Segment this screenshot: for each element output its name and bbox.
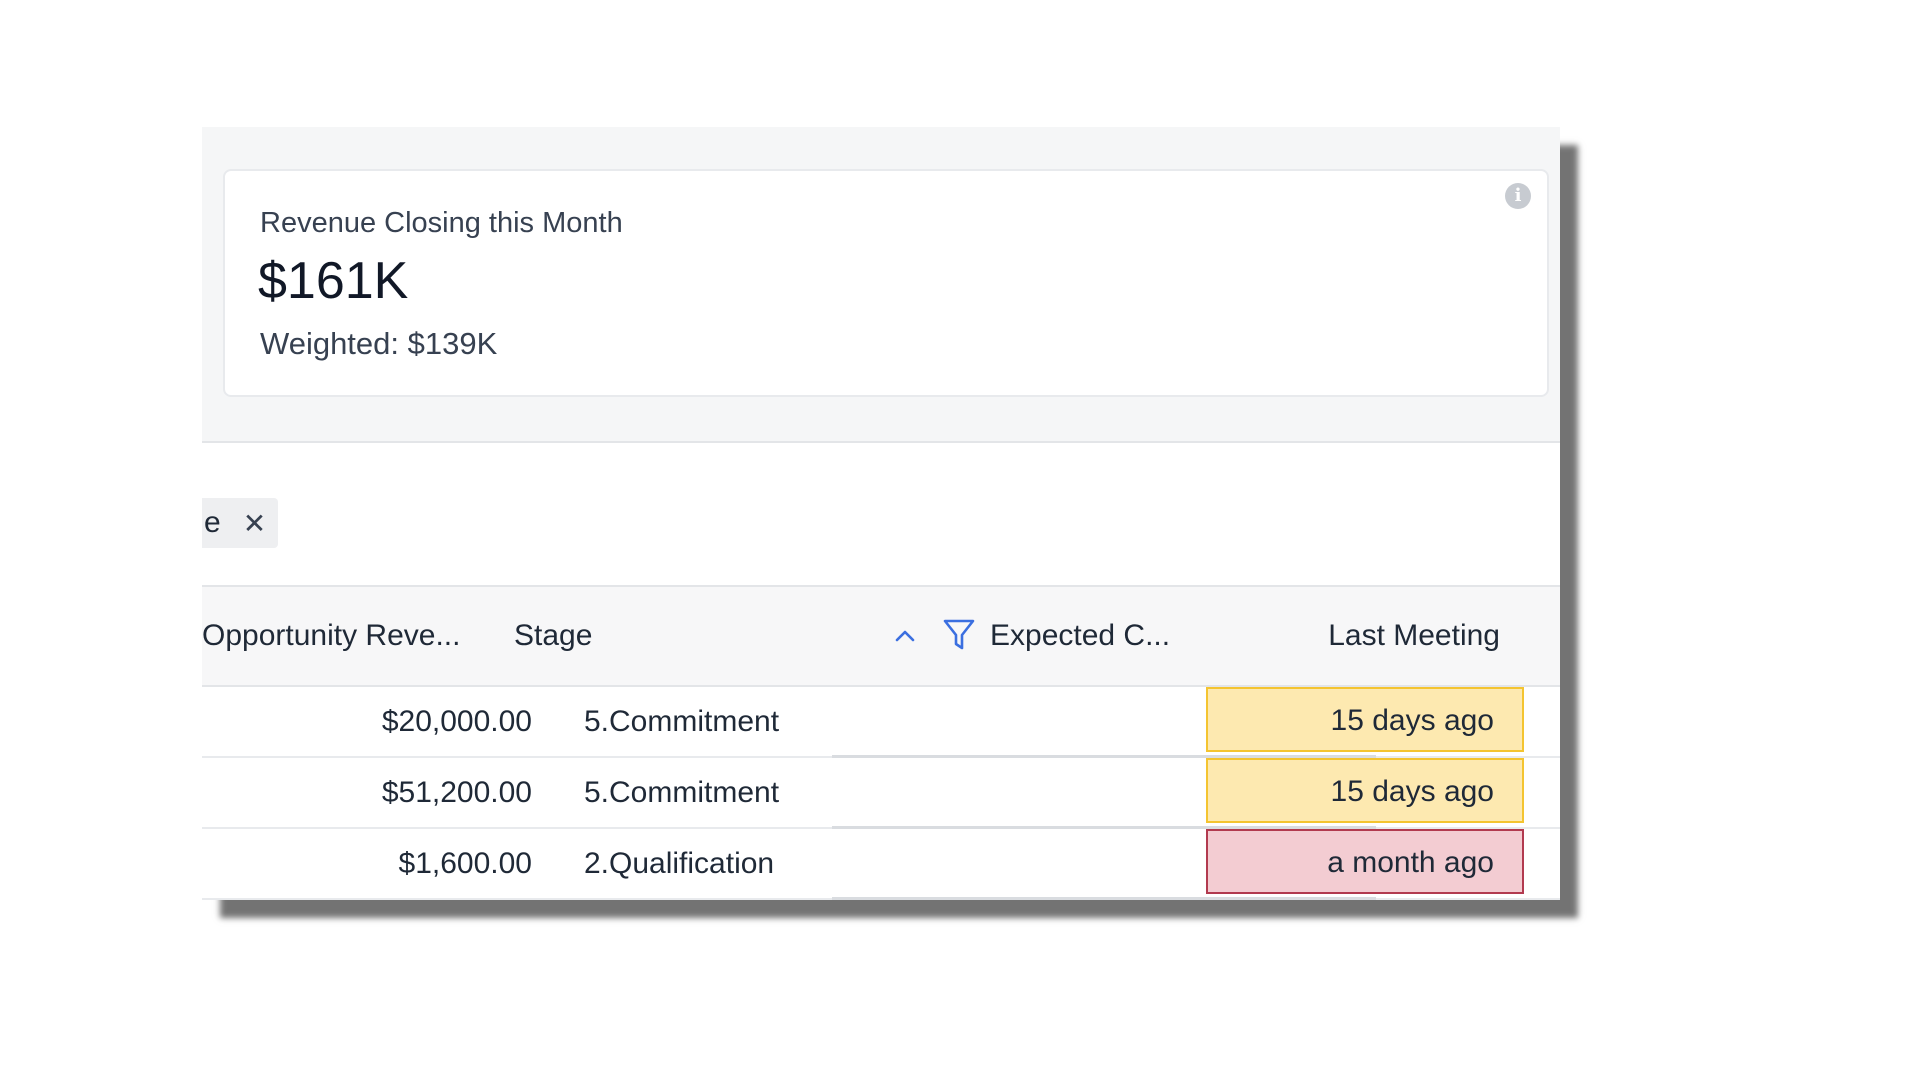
cell-stage: 5.Commitment	[584, 705, 780, 738]
cell-revenue: $51,200.00	[381, 776, 532, 809]
close-icon[interactable]: ✕	[243, 507, 266, 540]
table-header-row: Opportunity Reve... Stage Expected C... …	[202, 587, 1560, 687]
info-icon[interactable]: i	[1505, 183, 1531, 209]
column-header-stage[interactable]: Stage	[514, 587, 592, 685]
chevron-up-icon[interactable]	[892, 623, 918, 649]
cell-revenue: $20,000.00	[381, 705, 532, 738]
filter-icon[interactable]	[942, 617, 976, 653]
table-row[interactable]: $51,200.00 5.Commitment 10/15/2022 15 da…	[202, 758, 1560, 829]
filter-chip-label: e	[204, 506, 221, 539]
date-cell-underline	[832, 897, 1376, 900]
last-meeting-badge: 15 days ago	[1206, 758, 1524, 823]
dashboard-panel: Revenue Closing this Month $161K Weighte…	[202, 127, 1560, 900]
cell-stage: 5.Commitment	[584, 776, 780, 809]
table-body: $20,000.00 5.Commitment 10/13/2022 15 da…	[202, 687, 1560, 900]
column-header-expected-close[interactable]: Expected C...	[990, 587, 1170, 685]
filter-bar: e ✕	[202, 443, 1560, 585]
revenue-kpi-card: Revenue Closing this Month $161K Weighte…	[223, 169, 1549, 397]
filter-chip[interactable]: e ✕	[202, 498, 279, 548]
kpi-title: Revenue Closing this Month	[260, 207, 623, 239]
opportunities-table: Opportunity Reve... Stage Expected C... …	[202, 585, 1560, 900]
kpi-value: $161K	[258, 252, 409, 310]
column-header-revenue[interactable]: Opportunity Reve...	[202, 587, 460, 685]
last-meeting-badge: 15 days ago	[1206, 687, 1524, 752]
column-header-last-meeting[interactable]: Last Meeting	[1202, 587, 1500, 685]
table-row[interactable]: $20,000.00 5.Commitment 10/13/2022 15 da…	[202, 687, 1560, 758]
kpi-weighted-value: Weighted: $139K	[260, 326, 498, 361]
cell-revenue: $1,600.00	[398, 847, 532, 880]
table-row[interactable]: $1,600.00 2.Qualification 10/21/2022 a m…	[202, 829, 1560, 900]
last-meeting-badge: a month ago	[1206, 829, 1524, 894]
cell-stage: 2.Qualification	[584, 847, 775, 880]
